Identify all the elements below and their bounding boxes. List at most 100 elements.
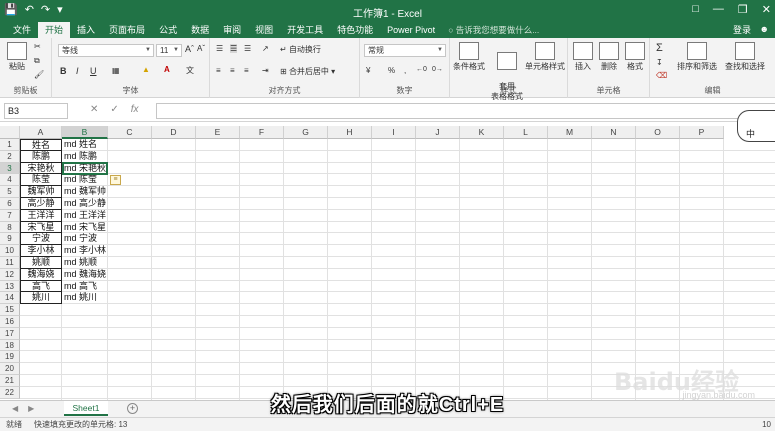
cell-a8[interactable]: 宋飞星 — [20, 221, 62, 234]
font-name-select[interactable]: 等线 ▼ — [58, 44, 154, 57]
column-header-p[interactable]: P — [680, 126, 724, 139]
column-header-b[interactable]: B — [62, 126, 108, 139]
font-color-icon[interactable]: A — [164, 65, 170, 74]
row-header-19[interactable]: 19 — [0, 351, 20, 364]
row-header-13[interactable]: 13 — [0, 280, 20, 293]
row-header-8[interactable]: 8 — [0, 221, 20, 234]
tab-4[interactable]: 公式 — [152, 22, 184, 38]
ime-indicator[interactable]: 中 — [737, 110, 775, 142]
column-header-n[interactable]: N — [592, 126, 636, 139]
cell-b7[interactable]: md 王洋洋 — [62, 210, 108, 222]
cell-a6[interactable]: 高少静 — [20, 198, 62, 210]
cell-a9[interactable]: 宁波 — [20, 233, 62, 246]
select-all-corner[interactable] — [0, 126, 20, 139]
row-header-1[interactable]: 1 — [0, 139, 20, 151]
column-header-i[interactable]: I — [372, 126, 416, 139]
row-header-2[interactable]: 2 — [0, 150, 20, 163]
row-header-20[interactable]: 20 — [0, 363, 20, 375]
column-header-c[interactable]: C — [108, 126, 152, 139]
ribbon-display-icon[interactable]: □ — [692, 3, 699, 16]
currency-icon[interactable]: ¥ — [366, 66, 370, 75]
tab-5[interactable]: 数据 — [184, 22, 216, 38]
format-cells-button[interactable]: 格式 — [622, 42, 648, 72]
column-header-k[interactable]: K — [460, 126, 504, 139]
cell-b5[interactable]: md 魏军帅 — [62, 186, 108, 198]
tab-0[interactable]: 文件 — [6, 22, 38, 38]
cell-a11[interactable]: 姚顺 — [20, 257, 62, 269]
row-header-16[interactable]: 16 — [0, 316, 20, 328]
cell-b11[interactable]: md 姚顺 — [62, 257, 108, 269]
align-top-icon[interactable]: ☰ — [216, 44, 223, 53]
merge-center-button[interactable]: ⊞ 合并后居中 ▾ — [280, 66, 335, 77]
cell-a14[interactable]: 姚川 — [20, 292, 62, 305]
comma-icon[interactable]: , — [404, 66, 406, 75]
font-size-select[interactable]: 11 ▼ — [156, 44, 182, 57]
row-header-5[interactable]: 5 — [0, 186, 20, 198]
cell-a1[interactable]: 姓名 — [20, 139, 62, 151]
grow-font-icon[interactable]: Aˆ — [185, 44, 194, 54]
tab-3[interactable]: 页面布局 — [102, 22, 152, 38]
delete-cells-button[interactable]: 删除 — [596, 42, 622, 72]
row-header-21[interactable]: 21 — [0, 375, 20, 387]
column-header-m[interactable]: M — [548, 126, 592, 139]
cell-a3[interactable]: 宋艳秋 — [20, 162, 62, 175]
cell-a7[interactable]: 王洋洋 — [20, 209, 62, 222]
cell-styles-button[interactable]: 单元格样式 — [524, 42, 566, 72]
row-header-14[interactable]: 14 — [0, 292, 20, 305]
align-bottom-icon[interactable]: ☰ — [244, 44, 251, 53]
wrap-text-button[interactable]: ↵ 自动换行 — [280, 44, 321, 55]
row-header-17[interactable]: 17 — [0, 327, 20, 340]
copy-icon[interactable]: ⧉ — [34, 56, 40, 66]
autosum-icon[interactable]: Σ — [656, 42, 663, 54]
column-header-g[interactable]: G — [284, 126, 328, 139]
cell-a13[interactable]: 高飞 — [20, 280, 62, 293]
cell-b14[interactable]: md 姚川 — [62, 292, 108, 304]
row-header-12[interactable]: 12 — [0, 268, 20, 281]
cell-a12[interactable]: 魏海娆 — [20, 268, 62, 281]
column-header-d[interactable]: D — [152, 126, 196, 139]
tab-6[interactable]: 审阅 — [216, 22, 248, 38]
minimize-icon[interactable]: — — [713, 3, 724, 16]
row-header-9[interactable]: 9 — [0, 233, 20, 246]
cell-a10[interactable]: 李小林 — [20, 245, 62, 257]
align-middle-icon[interactable]: ☰ — [230, 44, 238, 53]
find-select-button[interactable]: 查找和选择 — [722, 42, 768, 72]
increase-decimal-icon[interactable]: ←0 — [416, 66, 427, 73]
format-painter-icon[interactable]: 🖌 — [34, 70, 44, 79]
row-header-3[interactable]: 3 — [0, 162, 20, 175]
align-right-icon[interactable]: ≡ — [244, 66, 249, 75]
column-header-a[interactable]: A — [20, 126, 62, 139]
column-header-o[interactable]: O — [636, 126, 680, 139]
shrink-font-icon[interactable]: Aˇ — [197, 44, 205, 53]
cell-b12[interactable]: md 魏海娆 — [62, 269, 108, 281]
tab-10[interactable]: Power Pivot — [380, 22, 442, 38]
row-header-4[interactable]: 4 — [0, 174, 20, 187]
row-header-11[interactable]: 11 — [0, 257, 20, 269]
fill-icon[interactable]: ↧ — [656, 58, 663, 67]
bold-button[interactable]: B — [60, 66, 67, 76]
tab-7[interactable]: 视图 — [248, 22, 280, 38]
cut-icon[interactable]: ✂ — [34, 42, 41, 51]
align-left-icon[interactable]: ≡ — [216, 66, 221, 75]
decrease-decimal-icon[interactable]: 0→ — [432, 66, 443, 73]
cell-b1[interactable]: md 姓名 — [62, 139, 108, 151]
paste-button[interactable]: 粘贴 — [6, 42, 28, 72]
indent-icon[interactable]: ⇥ — [262, 66, 269, 75]
column-header-l[interactable]: L — [504, 126, 548, 139]
cancel-icon[interactable]: ✕ — [90, 104, 98, 115]
cell-b8[interactable]: md 宋飞星 — [62, 222, 108, 234]
tab-1[interactable]: 开始 — [38, 22, 71, 38]
tab-9[interactable]: 特色功能 — [330, 22, 380, 38]
row-header-7[interactable]: 7 — [0, 209, 20, 222]
align-center-icon[interactable]: ≡ — [230, 66, 235, 75]
tab-2[interactable]: 插入 — [70, 22, 102, 38]
number-format-select[interactable]: 常规 ▼ — [364, 44, 446, 57]
row-header-15[interactable]: 15 — [0, 304, 20, 316]
phonetic-icon[interactable]: 文 — [186, 65, 194, 76]
orientation-icon[interactable]: ↗ — [262, 44, 269, 53]
cell-a4[interactable]: 陈莹 — [20, 174, 62, 187]
worksheet-grid[interactable]: A B C D E F G H I J K L M N O P 1 2 3 4 5 6 7 8 9 10 11 12 13 14 15 16 1… — [0, 126, 775, 400]
cell-b10[interactable]: md 李小林 — [62, 245, 108, 257]
share-icon[interactable]: ☻ — [760, 24, 769, 34]
selected-cell-b3[interactable] — [62, 161, 108, 175]
